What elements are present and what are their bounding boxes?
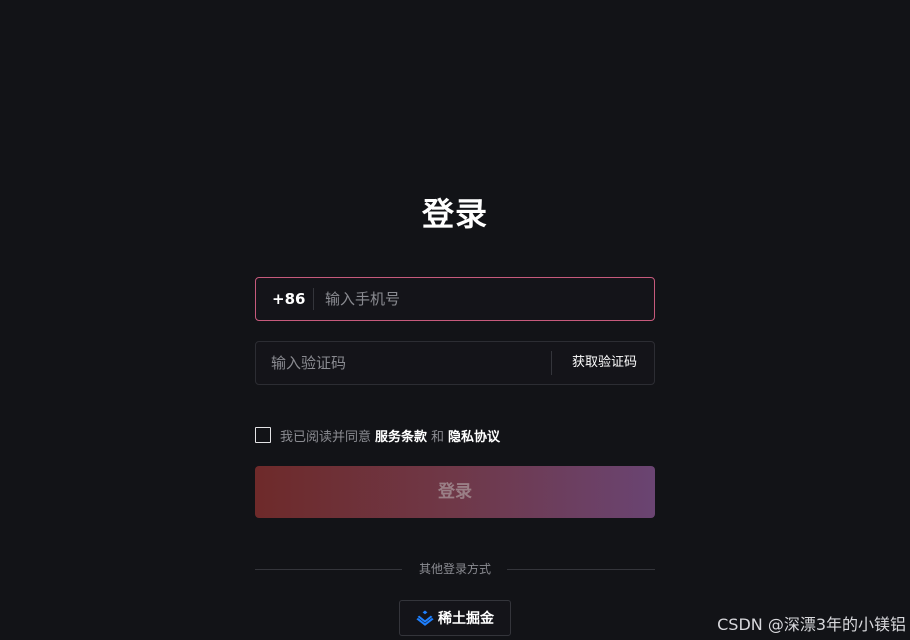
watermark: CSDN @深漂3年的小镁铝	[717, 615, 906, 634]
terms-link[interactable]: 服务条款	[375, 426, 427, 445]
login-button[interactable]: 登录	[255, 466, 655, 518]
country-code-divider	[313, 288, 314, 310]
juejin-login-button[interactable]: 稀土掘金	[399, 600, 511, 636]
other-login-divider: 其他登录方式	[255, 560, 655, 578]
phone-field[interactable]: +86	[255, 277, 655, 321]
agreement-row: 我已阅读并同意 服务条款 和 隐私协议	[255, 425, 500, 445]
juejin-label: 稀土掘金	[438, 611, 494, 627]
get-code-divider	[551, 351, 552, 375]
privacy-link[interactable]: 隐私协议	[448, 426, 500, 445]
verification-code-field[interactable]: 获取验证码	[255, 341, 655, 385]
juejin-icon	[416, 610, 434, 626]
verification-code-input[interactable]	[271, 342, 541, 384]
divider-line-right	[507, 569, 655, 570]
agreement-checkbox[interactable]	[255, 427, 271, 443]
phone-input[interactable]	[325, 278, 645, 320]
get-code-button[interactable]: 获取验证码	[572, 342, 637, 384]
agreement-connector: 和	[431, 429, 445, 445]
agreement-prefix: 我已阅读并同意	[280, 429, 372, 445]
page-title: 登录	[421, 195, 488, 233]
country-code-selector[interactable]: +86	[272, 278, 305, 320]
